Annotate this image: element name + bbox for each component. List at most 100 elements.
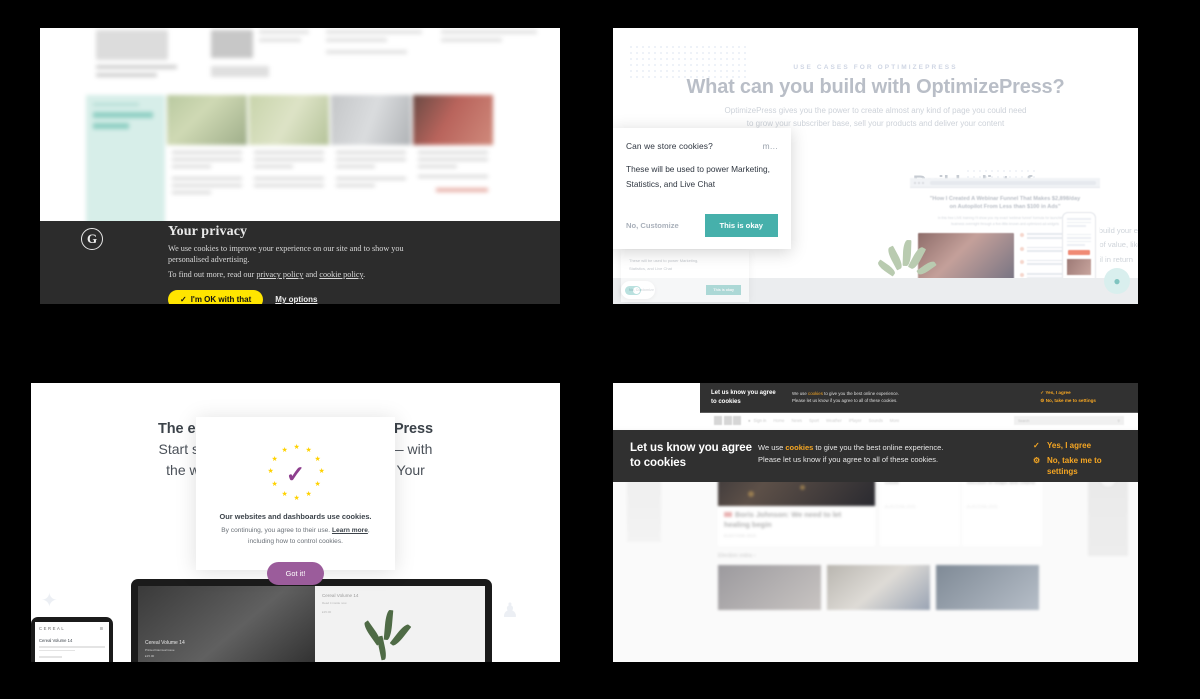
text-line [418, 165, 457, 168]
star-icon: ★ [267, 468, 274, 475]
guardian-top-col [211, 30, 312, 88]
product-sub: Printed biannual issue [145, 648, 175, 652]
nav-item-weather[interactable]: Weather [826, 418, 842, 423]
laptop-screen: Cereal Volume 14 Printed biannual issue … [138, 586, 485, 662]
accept-cookies-button[interactable]: This is okay [704, 213, 778, 237]
got-it-button[interactable]: Got it! [266, 561, 325, 585]
sign-in-link[interactable]: ● Sign in [748, 418, 766, 423]
dialog-more-link[interactable]: m… [763, 141, 778, 151]
bullet-number-icon [1020, 233, 1024, 238]
nav-item-iplayer[interactable]: iPlayer [849, 418, 862, 423]
dialog-body-line2: Statistics, and Live Chat [626, 179, 716, 190]
cookie-policy-link[interactable]: cookie policy [319, 270, 363, 279]
ghost-accept-label: This is okay [706, 284, 741, 295]
text-line [1067, 240, 1091, 242]
nav-item-more[interactable]: More [890, 418, 900, 423]
bbc-cookie-banner: Let us know you agree to cookies We use … [613, 430, 1138, 482]
banner-body-line1: We use cookies to improve your experienc… [168, 244, 404, 253]
cookies-link[interactable]: cookies [785, 443, 813, 452]
agree-cookies-button[interactable]: ✓ Yes, I agree [1033, 441, 1129, 452]
text-line [1027, 236, 1066, 239]
text-line [1067, 221, 1091, 223]
text-line [336, 158, 406, 161]
product-title: Cereal Volume 14 [321, 593, 359, 598]
text-line [93, 123, 129, 129]
text-line [1027, 263, 1066, 265]
cookie-settings-button[interactable]: ⚙ No, take me to settings [1033, 456, 1129, 478]
nav-item-home[interactable]: Home [773, 418, 784, 423]
check-in-stars-icon: ★ ★ ★ ★ ★ ★ ★ ★ ★ ★ ★ ★ ✓ [264, 444, 328, 508]
news-card[interactable] [718, 565, 821, 610]
text-line [254, 151, 324, 154]
search-input[interactable]: Search ⚲ [1014, 416, 1124, 425]
banner-title-line1: Let us know you agree [630, 442, 752, 454]
accept-cookies-button[interactable]: ✓ I'm OK with that [168, 290, 264, 304]
guardian-feature-card[interactable] [86, 95, 165, 230]
bbc-cookie-panel: Let us know you agree to cookies We use … [613, 383, 1138, 662]
tag-chip [211, 66, 269, 77]
url-bar [930, 180, 1096, 185]
nav-item-sport[interactable]: Sport [809, 418, 819, 423]
star-icon: ★ [281, 491, 288, 498]
text-line [39, 656, 63, 658]
text-line [172, 191, 211, 194]
learn-more-link[interactable]: Learn more [332, 527, 368, 534]
guardian-card[interactable] [249, 95, 329, 230]
text-line [336, 184, 375, 187]
news-card[interactable] [936, 565, 1039, 610]
hero-caption[interactable]: Boris Johnson: We need to let healing be… [718, 506, 875, 546]
policy-pre: To find out more, read our [168, 270, 257, 280]
privacy-policy-link[interactable]: privacy policy [256, 270, 303, 279]
check-icon: ✓ [1033, 441, 1040, 450]
mini-title-line1: Let us know you agree [711, 390, 776, 396]
bullet-number-icon [1020, 246, 1024, 251]
my-options-link[interactable]: My options [275, 295, 317, 304]
mini-accept-label[interactable]: ✓ Yes, I agree [1040, 389, 1096, 397]
news-card[interactable] [827, 565, 930, 610]
dialog-body: These will be used to power Marketing, S… [626, 162, 778, 193]
card-text [413, 145, 493, 192]
text-line [96, 73, 157, 77]
text-line [336, 177, 406, 180]
text-line [441, 30, 537, 34]
leaf-icon [389, 622, 411, 648]
policy-post: . [363, 270, 366, 280]
text-line [172, 165, 211, 168]
guardian-card[interactable] [167, 95, 247, 230]
star-icon: ★ [305, 491, 312, 498]
text-line [1067, 225, 1087, 227]
search-placeholder: Search [1018, 418, 1030, 423]
guardian-card[interactable] [413, 95, 493, 230]
phone-cta-button[interactable] [1068, 249, 1090, 255]
product-caption: Cereal Volume 14 Printed biannual issue … [145, 640, 185, 660]
search-icon[interactable]: ⚲ [1117, 419, 1120, 423]
card-text [167, 145, 247, 194]
chat-bubble-icon[interactable]: ● [1104, 268, 1130, 294]
gear-icon: ⚙ [1040, 397, 1045, 403]
card-image [167, 95, 247, 145]
hero-headline: Boris Johnson: We need to let healing be… [724, 510, 842, 529]
election-extra-link[interactable]: Election extra › [718, 553, 755, 559]
modal-body-post: , [367, 527, 370, 534]
cookies-link[interactable]: cookies [808, 391, 823, 396]
text-line [326, 38, 387, 42]
guardian-card[interactable] [331, 95, 411, 230]
card-text [331, 145, 411, 187]
nav-item-news[interactable]: News [792, 418, 802, 423]
cookie-dialog-ghost-duplicate: These will be used to power Marketing, S… [621, 250, 749, 302]
bullet-number-icon [1020, 272, 1024, 277]
agree-label: Yes, I agree [1047, 441, 1092, 450]
bbc-logo-icon [714, 416, 741, 425]
guardian-top-col [441, 30, 542, 88]
mini-settings-label[interactable]: ⚙ No, take me to settings [1040, 397, 1096, 405]
window-dot-icon [914, 181, 916, 184]
text-line [418, 151, 488, 154]
plant-decoration [361, 608, 421, 662]
nav-item-sounds[interactable]: Sounds [869, 418, 883, 423]
account-icon: ● [748, 418, 751, 423]
customize-cookies-link[interactable]: No, Customize [626, 221, 679, 230]
guardian-top-col [96, 30, 197, 88]
guardian-logo-icon: G [81, 228, 103, 250]
menu-icon[interactable]: ☰ [100, 626, 105, 631]
hero-meta: ELECTION 2019 [724, 534, 757, 539]
